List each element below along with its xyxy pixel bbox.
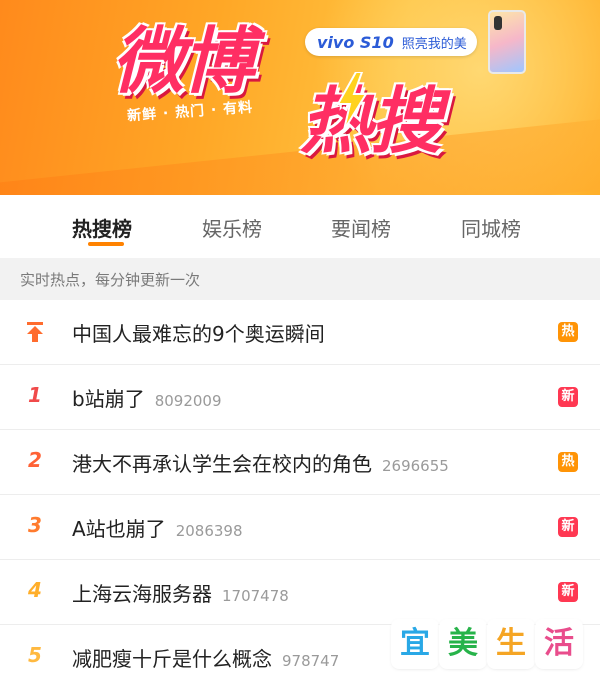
row-title-text: 中国人最难忘的9个奥运瞬间	[72, 322, 325, 346]
ad-brand: vivo S10	[317, 32, 394, 52]
row-title-text: A站也崩了	[72, 517, 166, 541]
lightning-icon	[336, 72, 368, 130]
watermark-logo: 宜 美 生 活	[393, 621, 583, 671]
watermark-char: 美	[441, 621, 485, 667]
pin-top-icon	[27, 322, 43, 342]
row-title-text: 减肥瘦十斤是什么概念	[72, 647, 272, 671]
active-tab-indicator	[88, 242, 124, 246]
notice-text: 实时热点，每分钟更新一次	[20, 270, 201, 289]
tab-entertainment[interactable]: 娱乐榜	[202, 213, 262, 242]
rank-number: 4	[28, 578, 42, 602]
hot-search-row[interactable]: 2 港大不再承认学生会在校内的角色 2696655 热	[0, 430, 600, 495]
rank-number: 2	[28, 448, 42, 472]
row-title: 减肥瘦十斤是什么概念 978747	[72, 643, 339, 672]
update-notice: 实时热点，每分钟更新一次	[0, 258, 600, 300]
row-title: A站也崩了 2086398	[72, 513, 243, 542]
new-badge: 新	[558, 517, 578, 537]
row-title-text: 上海云海服务器	[72, 582, 212, 606]
row-title: 中国人最难忘的9个奥运瞬间	[72, 318, 325, 347]
hot-badge: 热	[558, 322, 578, 342]
tab-hot-search[interactable]: 热搜榜	[72, 213, 132, 242]
row-title-text: b站崩了	[72, 387, 145, 411]
watermark-char: 宜	[393, 621, 437, 667]
tab-local[interactable]: 同城榜	[461, 213, 521, 242]
phone-ad-image[interactable]	[488, 10, 526, 74]
rank-number: 1	[28, 383, 42, 407]
search-count: 978747	[282, 652, 340, 670]
ranking-tabs: 热搜榜 娱乐榜 要闻榜 同城榜	[0, 195, 600, 255]
row-title: 上海云海服务器 1707478	[72, 578, 289, 607]
hot-badge: 热	[558, 452, 578, 472]
row-title-text: 港大不再承认学生会在校内的角色	[72, 452, 372, 476]
new-badge: 新	[558, 582, 578, 602]
banner-title-weibo: 微博	[112, 19, 254, 103]
hot-search-row[interactable]: 4 上海云海服务器 1707478 新	[0, 560, 600, 625]
hot-search-banner: 微博 热搜 新鲜 · 热门 · 有料 vivo S10 照亮我的美	[0, 0, 600, 195]
row-title: b站崩了 8092009	[72, 383, 222, 412]
hot-search-row[interactable]: 3 A站也崩了 2086398 新	[0, 495, 600, 560]
hot-search-row-pinned[interactable]: 中国人最难忘的9个奥运瞬间 热	[0, 300, 600, 365]
hot-search-row[interactable]: 1 b站崩了 8092009 新	[0, 365, 600, 430]
watermark-char: 活	[537, 621, 581, 667]
rank-number: 5	[28, 643, 42, 667]
watermark-char: 生	[489, 621, 533, 667]
row-title: 港大不再承认学生会在校内的角色 2696655	[72, 448, 449, 477]
new-badge: 新	[558, 387, 578, 407]
vivo-ad-pill[interactable]: vivo S10 照亮我的美	[305, 28, 477, 56]
ad-slogan: 照亮我的美	[401, 36, 467, 52]
tab-news[interactable]: 要闻榜	[331, 213, 391, 242]
search-count: 1707478	[222, 587, 289, 605]
search-count: 8092009	[154, 392, 222, 410]
search-count: 2086398	[175, 522, 243, 540]
search-count: 2696655	[382, 457, 449, 475]
rank-number: 3	[28, 513, 42, 537]
